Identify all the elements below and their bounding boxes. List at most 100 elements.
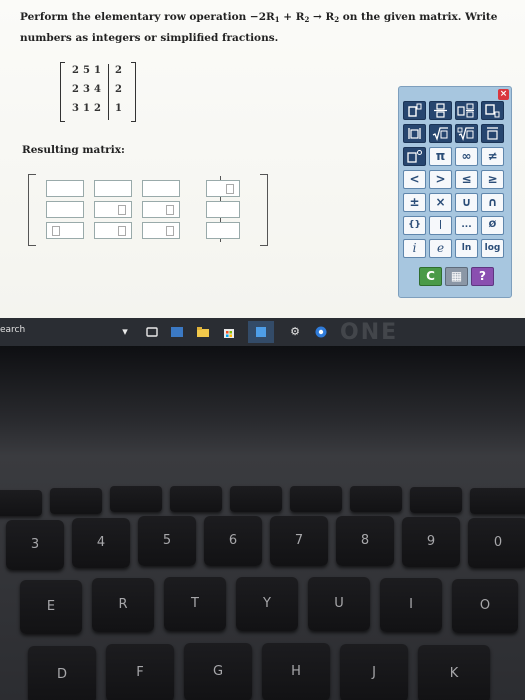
answer-cell-r1c2[interactable]: [94, 180, 132, 197]
key-3[interactable]: 3: [6, 520, 64, 570]
union-button[interactable]: ∪: [455, 193, 478, 212]
close-icon[interactable]: ×: [498, 89, 509, 100]
natural-log-button[interactable]: ln: [455, 239, 478, 258]
task-view-icon[interactable]: [145, 325, 159, 339]
key-t[interactable]: T: [164, 577, 226, 631]
key-u[interactable]: U: [308, 577, 370, 631]
absolute-value-template-button[interactable]: [403, 124, 426, 143]
greater-than-button[interactable]: >: [429, 170, 452, 189]
function-key[interactable]: [170, 486, 222, 512]
key-f[interactable]: F: [106, 644, 174, 700]
less-than-button[interactable]: <: [403, 170, 426, 189]
subscript-template-button[interactable]: [481, 101, 504, 120]
trash-icon[interactable]: ▦: [445, 267, 468, 286]
app-icon[interactable]: [254, 325, 268, 339]
task-view-glyph: [146, 327, 158, 337]
answer-cell-r2c2[interactable]: [94, 201, 132, 218]
question-intro: Perform the elementary row operation: [20, 11, 250, 23]
key-k[interactable]: K: [418, 645, 490, 700]
function-key[interactable]: [410, 487, 462, 513]
key-y[interactable]: Y: [236, 577, 298, 631]
resulting-matrix-label: Resulting matrix:: [22, 144, 125, 156]
function-key[interactable]: [470, 488, 525, 514]
key-e[interactable]: E: [20, 580, 82, 634]
imaginary-i-button[interactable]: i: [403, 239, 426, 258]
intersection-button[interactable]: ∩: [481, 193, 504, 212]
subscript-template-icon: [485, 104, 500, 118]
ellipsis-button[interactable]: ...: [455, 216, 478, 235]
key-7[interactable]: 7: [270, 516, 328, 566]
exponent-template-icon: [408, 103, 422, 117]
key-8[interactable]: 8: [336, 516, 394, 566]
answer-cell-r1c1[interactable]: [46, 180, 84, 197]
such-that-button[interactable]: |: [429, 216, 452, 235]
key-0[interactable]: 0: [468, 518, 525, 568]
log-button[interactable]: log: [481, 239, 504, 258]
degree-template-button[interactable]: [403, 147, 426, 166]
infinity-button[interactable]: ∞: [455, 147, 478, 166]
placeholder-box-icon: [166, 226, 174, 236]
key-5[interactable]: 5: [138, 516, 196, 566]
key-o[interactable]: O: [452, 579, 518, 633]
clear-button[interactable]: C: [419, 267, 442, 286]
square-root-template-button[interactable]: [429, 124, 452, 143]
answer-cell-r1c4[interactable]: [206, 180, 240, 197]
app-glyph: [256, 327, 266, 337]
nth-root-template-button[interactable]: [455, 124, 478, 143]
answer-cell-r3c2[interactable]: [94, 222, 132, 239]
key-r[interactable]: R: [92, 578, 154, 632]
mixed-number-template-button[interactable]: [455, 101, 478, 120]
store-icon[interactable]: [222, 325, 236, 339]
overline-template-button[interactable]: [481, 124, 504, 143]
matrix-entry: 3: [72, 103, 79, 114]
answer-cell-r3c3[interactable]: [142, 222, 180, 239]
help-button[interactable]: ?: [471, 267, 494, 286]
function-key[interactable]: [350, 486, 402, 512]
edge-icon[interactable]: [170, 325, 184, 339]
key-d[interactable]: D: [28, 646, 96, 700]
microphone-icon[interactable]: ▾: [118, 325, 132, 339]
cortana-icon[interactable]: [314, 325, 328, 339]
exponent-template-button[interactable]: [403, 101, 426, 120]
key-6[interactable]: 6: [204, 516, 262, 566]
answer-cell-r2c4[interactable]: [206, 201, 240, 218]
matrix-entry: 1: [94, 65, 101, 76]
euler-e-button[interactable]: e: [429, 239, 452, 258]
function-key[interactable]: [230, 486, 282, 512]
answer-cell-r3c4[interactable]: [206, 222, 240, 239]
absolute-value-template-icon: [408, 128, 421, 139]
degree-icon: [407, 150, 422, 163]
times-button[interactable]: ×: [429, 193, 452, 212]
plus-minus-button[interactable]: ±: [403, 193, 426, 212]
right-bracket: [131, 62, 136, 122]
matrix-entry: 5: [83, 65, 90, 76]
right-bracket: [260, 174, 268, 246]
answer-cell-r2c3[interactable]: [142, 201, 180, 218]
not-equal-button[interactable]: ≠: [481, 147, 504, 166]
placeholder-box-icon: [166, 205, 174, 215]
key-h[interactable]: H: [262, 643, 330, 700]
function-key[interactable]: [110, 486, 162, 512]
settings-gear-icon[interactable]: ⚙: [288, 325, 302, 339]
answer-cell-r2c1[interactable]: [46, 201, 84, 218]
empty-set-button[interactable]: Ø: [481, 216, 504, 235]
pi-button[interactable]: π: [429, 147, 452, 166]
greater-equal-button[interactable]: ≥: [481, 170, 504, 189]
key-i[interactable]: I: [380, 578, 442, 632]
overline-icon: [487, 127, 498, 140]
taskbar-search[interactable]: earch: [0, 325, 25, 335]
answer-cell-r3c1[interactable]: [46, 222, 84, 239]
key-4[interactable]: 4: [72, 518, 130, 568]
function-key[interactable]: [290, 486, 342, 512]
answer-cell-r1c3[interactable]: [142, 180, 180, 197]
key-9[interactable]: 9: [402, 517, 460, 567]
less-equal-button[interactable]: ≤: [455, 170, 478, 189]
file-explorer-icon[interactable]: [196, 325, 210, 339]
function-key[interactable]: [0, 490, 42, 516]
set-braces-button[interactable]: {}: [403, 216, 426, 235]
function-key[interactable]: [50, 488, 102, 514]
key-j[interactable]: J: [340, 644, 408, 700]
fraction-template-button[interactable]: [429, 101, 452, 120]
key-g[interactable]: G: [184, 643, 252, 700]
store-glyph: [224, 329, 234, 338]
